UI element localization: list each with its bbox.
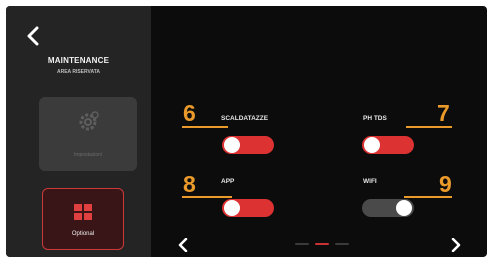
option-label-ph-tds: PH TDS <box>363 115 387 122</box>
toggle-wifi[interactable] <box>362 199 414 217</box>
callout-line <box>182 196 232 198</box>
page-title: MAINTENANCE <box>47 56 110 65</box>
callout-line <box>182 126 228 128</box>
toggle-knob <box>224 200 240 216</box>
option-label-wifi: WIFI <box>363 178 377 185</box>
callout-number: 7 <box>437 100 450 126</box>
sidebar-item-label: Impostazioni <box>73 152 103 158</box>
page-dot-active <box>315 243 329 245</box>
toggle-knob <box>364 137 380 153</box>
toggle-knob <box>396 200 412 216</box>
option-label-scaldatazze: SCALDATAZZE <box>221 115 269 122</box>
callout-number: 9 <box>439 171 452 197</box>
callout-line <box>404 196 452 198</box>
callout-number: 8 <box>183 171 196 197</box>
sidebar-item-optional[interactable]: Optional <box>42 188 124 250</box>
page-dot <box>335 243 349 245</box>
gear-icon <box>79 111 99 131</box>
sidebar-item-label: Optional <box>71 231 95 237</box>
sidebar: MAINTENANCE AREA RISERVATA Impostazioni … <box>6 6 151 257</box>
device-screen: MAINTENANCE AREA RISERVATA Impostazioni … <box>6 6 487 257</box>
option-label-app: APP <box>221 178 235 185</box>
toggle-app[interactable] <box>222 199 274 217</box>
callout-line <box>406 126 452 128</box>
sidebar-item-impostazioni[interactable]: Impostazioni <box>39 97 137 171</box>
options-icon <box>74 204 92 220</box>
page-dot <box>295 243 309 245</box>
back-chevron-icon[interactable] <box>26 26 40 46</box>
toggle-knob <box>224 137 240 153</box>
toggle-scaldatazze[interactable] <box>222 136 274 154</box>
callout-number: 6 <box>183 100 196 126</box>
toggle-ph-tds[interactable] <box>362 136 414 154</box>
page-subtitle: AREA RISERVATA <box>56 69 101 75</box>
next-page-chevron-icon[interactable] <box>451 238 461 252</box>
pagination-dots <box>295 243 355 247</box>
previous-page-chevron-icon[interactable] <box>178 238 188 252</box>
